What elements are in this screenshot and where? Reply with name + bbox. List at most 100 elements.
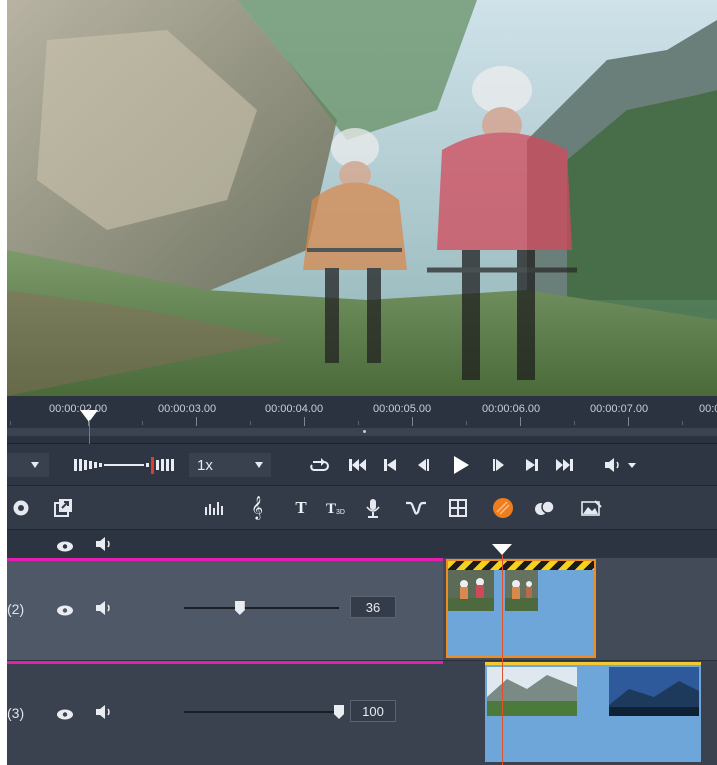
ruler-tick [196, 417, 197, 426]
transition-icon [406, 501, 426, 515]
video-preview[interactable] [7, 0, 717, 396]
timecode-label: 00:00:06.00 [482, 403, 541, 415]
audio-mixer-button[interactable] [200, 486, 228, 530]
overlay-button[interactable] [531, 486, 559, 530]
overlay-icon [535, 500, 555, 515]
loop-icon [310, 458, 329, 471]
ruler-tick [358, 421, 359, 425]
ruler-playhead-line [89, 420, 90, 444]
clip-thumbnail [505, 570, 538, 611]
voiceover-button[interactable] [359, 486, 387, 530]
svg-text:3D: 3D [336, 509, 345, 516]
ruler-tick [10, 421, 11, 425]
playback-speed-select[interactable]: 1x [189, 453, 271, 477]
go-to-start-button[interactable] [344, 444, 372, 486]
ruler-tick [142, 421, 143, 425]
svg-text:T: T [326, 501, 336, 517]
track-3-header[interactable]: (3) 100 [7, 661, 443, 765]
volume-value-field[interactable]: 36 [350, 596, 396, 618]
disc-icon [13, 500, 29, 516]
track-2-header[interactable]: (2) 36 [7, 558, 443, 660]
shuttle-icon [74, 457, 174, 474]
timeline-ruler[interactable]: 00:00:02.00 00:00:03.00 00:00:04.00 00:0… [7, 396, 717, 444]
image-edit-button[interactable] [578, 486, 606, 530]
video-clip[interactable] [485, 662, 701, 762]
volume-slider[interactable] [184, 607, 339, 609]
playback-speed-value: 1x [197, 456, 213, 474]
image-edit-icon [581, 500, 602, 516]
go-to-start-icon [349, 459, 366, 471]
timecode-label: 00:00:02.00 [49, 403, 108, 415]
ruler-scroll-track[interactable] [7, 428, 717, 436]
title-button[interactable]: T [287, 486, 315, 530]
title-3d-icon: T 3D [326, 501, 345, 517]
speaker-icon[interactable] [95, 704, 115, 725]
transport-bar: 1x [7, 444, 717, 486]
music-score-button[interactable]: 𝄞 [243, 486, 271, 530]
video-clip-selected[interactable] [446, 559, 596, 658]
play-icon [454, 456, 469, 474]
timecode-label: 00:00:07.00 [590, 403, 649, 415]
mode-dropdown[interactable] [7, 453, 49, 477]
step-forward-icon [493, 459, 504, 471]
speaker-icon[interactable] [95, 600, 115, 621]
clip-thumbnail [609, 667, 699, 716]
speaker-icon[interactable] [95, 536, 115, 557]
timecode-label: 00:00:05.00 [373, 403, 432, 415]
ruler-tick [412, 417, 413, 426]
export-icon [54, 499, 72, 517]
title-icon: T [295, 498, 307, 517]
split-grid-icon [449, 499, 467, 517]
volume-value-field[interactable]: 100 [350, 700, 396, 722]
transition-button[interactable] [402, 486, 430, 530]
eye-icon[interactable] [56, 603, 74, 621]
timeline-playhead-handle[interactable] [492, 544, 512, 555]
eye-icon[interactable] [56, 539, 74, 557]
step-back-icon [418, 459, 429, 471]
step-back-button[interactable] [411, 444, 435, 486]
previous-marker-icon [384, 459, 396, 471]
track-header-row [7, 530, 717, 558]
timecode-label: 00:00:04.00 [265, 403, 324, 415]
preview-frame-image [7, 0, 717, 396]
ruler-tick [682, 421, 683, 425]
title-3d-button[interactable]: T 3D [322, 486, 350, 530]
loop-button[interactable] [304, 444, 334, 486]
go-to-end-icon [556, 459, 573, 471]
color-button[interactable] [489, 486, 517, 530]
disc-button[interactable] [7, 486, 35, 530]
track-label: (3) [7, 705, 25, 721]
music-score-icon: 𝄞 [251, 496, 263, 519]
clip-warning-stripe [448, 561, 594, 570]
go-to-end-button[interactable] [550, 444, 578, 486]
volume-menu-button[interactable] [601, 444, 641, 486]
color-icon [493, 498, 513, 518]
volume-slider-thumb[interactable] [234, 601, 245, 615]
split-screen-button[interactable] [444, 486, 472, 530]
next-marker-icon [526, 459, 538, 471]
volume-slider-thumb[interactable] [334, 705, 344, 719]
chevron-down-icon [31, 462, 39, 468]
ruler-tick [250, 421, 251, 425]
chevron-down-icon [255, 462, 263, 468]
eye-icon[interactable] [56, 707, 74, 725]
ruler-tick [574, 421, 575, 425]
ruler-tick [520, 417, 521, 426]
timecode-label: 00:0 [699, 403, 717, 415]
microphone-icon [366, 499, 380, 518]
export-button[interactable] [49, 486, 77, 530]
previous-marker-button[interactable] [378, 444, 402, 486]
ruler-tick [304, 417, 305, 426]
clip-thumbnail [448, 570, 494, 611]
timeline-toolbar: 𝄞 T T 3D [7, 486, 717, 530]
track-label: (2) [7, 601, 25, 617]
ruler-tick [628, 417, 629, 426]
step-forward-button[interactable] [487, 444, 511, 486]
volume-slider[interactable] [184, 711, 339, 713]
timeline-playhead-line [502, 555, 503, 765]
next-marker-button[interactable] [520, 444, 544, 486]
shuttle-control[interactable] [69, 444, 179, 486]
timecode-label: 00:00:03.00 [158, 403, 217, 415]
play-button[interactable] [448, 444, 474, 486]
speaker-icon [605, 458, 636, 472]
